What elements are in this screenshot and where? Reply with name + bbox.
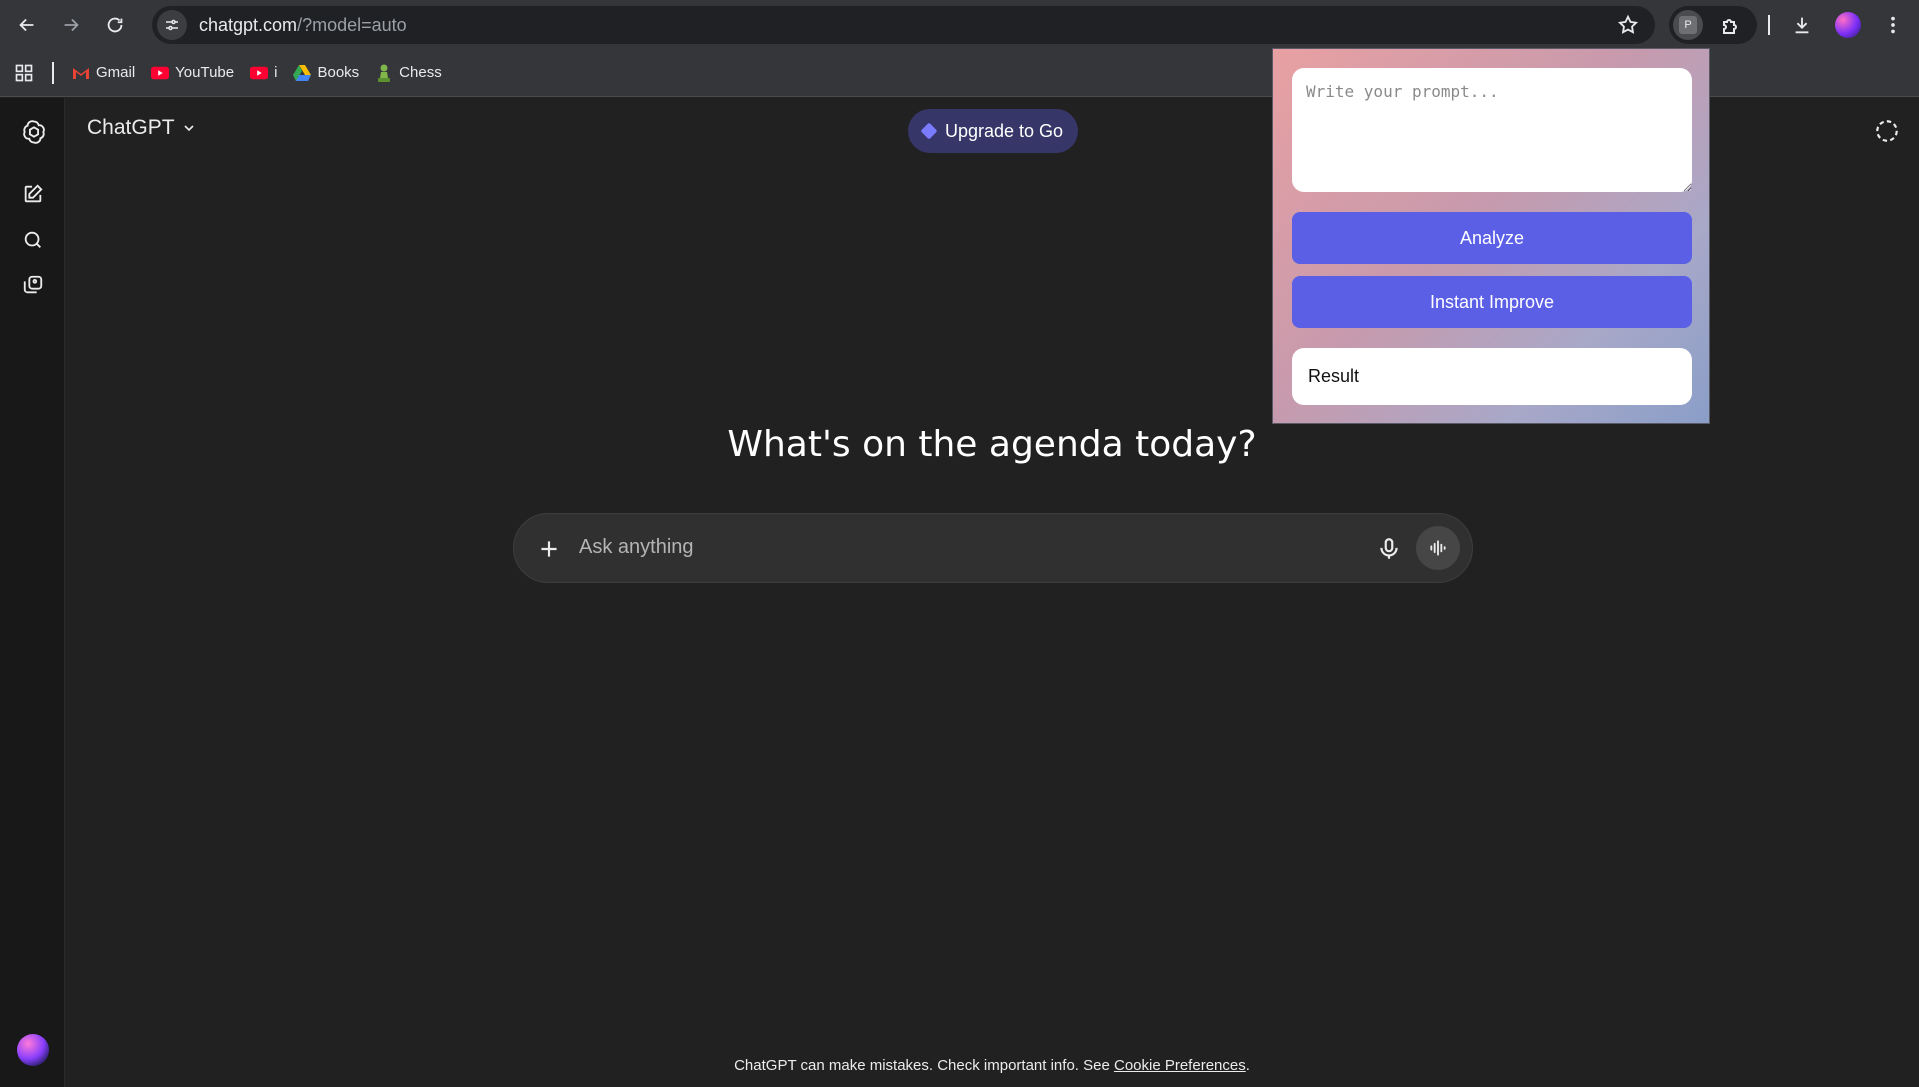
upgrade-button[interactable]: Upgrade to Go <box>908 109 1078 153</box>
forward-button[interactable] <box>53 7 89 43</box>
url-path: /?model=auto <box>297 14 407 35</box>
result-label: Result <box>1308 366 1360 386</box>
upgrade-label: Upgrade to Go <box>944 120 1064 141</box>
bookmark-youtube[interactable]: YouTube <box>143 58 242 88</box>
arrow-left-icon <box>19 18 34 31</box>
bookmark-label: Gmail <box>96 64 136 81</box>
bookmark-label: YouTube <box>175 64 235 81</box>
model-label: ChatGPT <box>87 116 175 139</box>
chevron-down-icon <box>183 125 194 132</box>
youtube-icon <box>151 64 170 82</box>
search-icon[interactable] <box>22 229 44 251</box>
openai-logo-icon[interactable] <box>20 118 48 146</box>
prompt-extension-button[interactable]: P <box>1673 10 1703 40</box>
bookmark-books[interactable]: Books <box>285 58 367 88</box>
sidebar <box>0 98 65 1087</box>
analyze-button[interactable]: Analyze <box>1292 212 1692 264</box>
prompt-textarea[interactable] <box>1292 68 1692 192</box>
browser-menu-button[interactable] <box>1880 12 1906 38</box>
bookmark-label: i <box>274 64 278 81</box>
extension-badge: P <box>1679 16 1697 34</box>
diamond-icon <box>920 122 938 140</box>
back-button[interactable] <box>9 7 45 43</box>
site-info-button[interactable] <box>157 10 187 40</box>
disclaimer-text: ChatGPT can make mistakes. Check importa… <box>734 1057 1114 1074</box>
new-chat-icon[interactable] <box>22 183 44 205</box>
page-title: What's on the agenda today? <box>727 424 1257 465</box>
bookmark-label: Chess <box>399 64 442 81</box>
download-icon <box>1795 17 1809 34</box>
disclaimer-end: . <box>1245 1057 1250 1074</box>
kebab-menu-icon <box>1891 16 1895 34</box>
bookmark-star-icon[interactable] <box>1617 14 1639 36</box>
bookmark-gmail[interactable]: Gmail <box>64 58 143 88</box>
apps-grid-icon[interactable] <box>14 63 34 83</box>
extensions-group: P <box>1669 6 1757 44</box>
reload-button[interactable] <box>97 7 133 43</box>
composer: Ask anything <box>513 513 1473 583</box>
url-text: chatgpt.com/?model=auto <box>199 15 407 36</box>
microphone-icon[interactable] <box>1376 536 1402 562</box>
voice-mode-button[interactable] <box>1416 526 1460 570</box>
waveform-icon <box>1430 540 1446 556</box>
extension-popup: Analyze Instant Improve Result <box>1272 48 1710 424</box>
gmail-icon <box>72 64 90 82</box>
profile-avatar[interactable] <box>1835 12 1861 38</box>
plus-icon[interactable] <box>536 536 562 562</box>
youtube-icon <box>250 64 269 82</box>
tune-icon <box>166 19 178 31</box>
browser-toolbar: chatgpt.com/?model=auto P <box>0 0 1919 49</box>
result-box: Result <box>1292 348 1692 405</box>
bookmark-i[interactable]: i <box>242 58 285 88</box>
disclaimer: ChatGPT can make mistakes. Check importa… <box>0 1057 1919 1074</box>
chess-pawn-icon <box>375 64 393 82</box>
address-bar[interactable]: chatgpt.com/?model=auto <box>152 6 1655 44</box>
library-icon[interactable] <box>22 274 44 296</box>
bookmark-chess[interactable]: Chess <box>367 58 450 88</box>
puzzle-icon[interactable] <box>1719 14 1743 38</box>
bookmarks-divider <box>52 61 54 84</box>
prompt-input[interactable]: Ask anything <box>579 536 694 559</box>
google-drive-icon <box>293 64 312 82</box>
instant-improve-button[interactable]: Instant Improve <box>1292 276 1692 328</box>
reload-icon <box>107 17 123 32</box>
url-host: chatgpt.com <box>199 14 298 35</box>
model-selector[interactable]: ChatGPT <box>87 116 197 140</box>
toolbar-divider <box>1768 15 1770 35</box>
download-button[interactable] <box>1789 12 1815 38</box>
temporary-chat-icon[interactable] <box>1874 118 1900 144</box>
bookmark-label: Books <box>317 64 360 81</box>
arrow-right-icon <box>64 18 79 31</box>
cookie-preferences-link[interactable]: Cookie Preferences <box>1114 1057 1246 1074</box>
